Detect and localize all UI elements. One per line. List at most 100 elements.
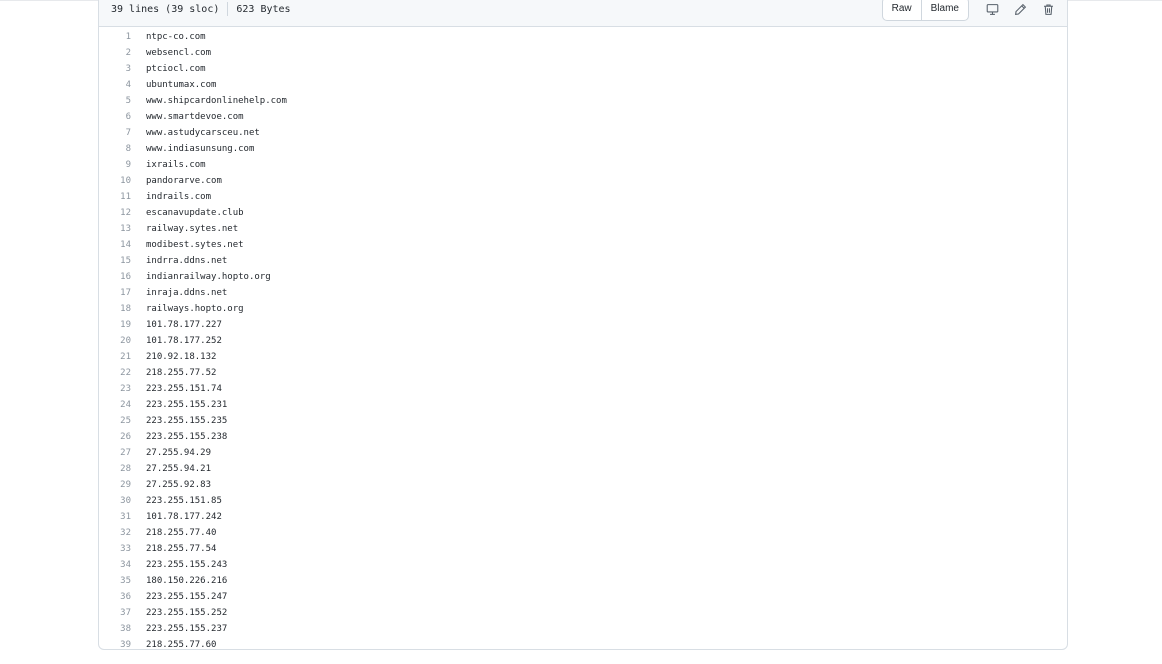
line-number[interactable]: 13 — [99, 224, 131, 234]
code-line: 1 ntpc-co.com — [99, 29, 1067, 45]
line-number[interactable]: 9 — [99, 160, 131, 170]
line-number[interactable]: 27 — [99, 448, 131, 458]
code-line: 10 pandorarve.com — [99, 173, 1067, 189]
line-content: escanavupdate.club — [146, 208, 244, 218]
line-content: railway.sytes.net — [146, 224, 239, 234]
code-line: 37 223.255.155.252 — [99, 605, 1067, 621]
line-content: 218.255.77.52 — [146, 368, 217, 378]
line-content: 218.255.77.54 — [146, 544, 217, 554]
line-number[interactable]: 30 — [99, 496, 131, 506]
code-line: 15 indrra.ddns.net — [99, 253, 1067, 269]
line-content: 101.78.177.242 — [146, 512, 222, 522]
line-number[interactable]: 26 — [99, 432, 131, 442]
line-number[interactable]: 34 — [99, 560, 131, 570]
line-content: ptciocl.com — [146, 64, 206, 74]
line-number[interactable]: 25 — [99, 416, 131, 426]
line-number[interactable]: 29 — [99, 480, 131, 490]
line-content: modibest.sytes.net — [146, 240, 244, 250]
file-header: 39 lines (39 sloc) 623 Bytes Raw Blame — [99, 0, 1067, 27]
code-line: 31 101.78.177.242 — [99, 509, 1067, 525]
info-divider — [227, 2, 229, 16]
line-number[interactable]: 5 — [99, 96, 131, 106]
line-number[interactable]: 20 — [99, 336, 131, 346]
line-number[interactable]: 19 — [99, 320, 131, 330]
line-number[interactable]: 32 — [99, 528, 131, 538]
line-number[interactable]: 35 — [99, 576, 131, 586]
code-line: 30 223.255.151.85 — [99, 493, 1067, 509]
code-line: 6 www.smartdevoe.com — [99, 109, 1067, 125]
code-line: 28 27.255.94.21 — [99, 461, 1067, 477]
line-content: 223.255.155.243 — [146, 560, 228, 570]
line-number[interactable]: 12 — [99, 208, 131, 218]
line-number[interactable]: 22 — [99, 368, 131, 378]
line-number[interactable]: 24 — [99, 400, 131, 410]
line-number[interactable]: 21 — [99, 352, 131, 362]
line-number[interactable]: 17 — [99, 288, 131, 298]
line-number[interactable]: 14 — [99, 240, 131, 250]
line-number[interactable]: 36 — [99, 592, 131, 602]
code-line: 19 101.78.177.227 — [99, 317, 1067, 333]
line-number[interactable]: 38 — [99, 624, 131, 634]
line-content: ntpc-co.com — [146, 32, 206, 42]
line-number[interactable]: 1 — [99, 32, 131, 42]
line-content: 218.255.77.60 — [146, 640, 217, 650]
line-content: pandorarve.com — [146, 176, 222, 186]
line-number[interactable]: 3 — [99, 64, 131, 74]
trash-icon[interactable] — [1037, 0, 1059, 20]
desktop-icon[interactable] — [981, 0, 1003, 20]
line-content: 223.255.155.231 — [146, 400, 228, 410]
line-content: 27.255.92.83 — [146, 480, 212, 490]
line-content: railways.hopto.org — [146, 304, 244, 314]
line-number[interactable]: 8 — [99, 144, 131, 154]
line-number[interactable]: 7 — [99, 128, 131, 138]
code-line: 8 www.indiasunsung.com — [99, 141, 1067, 157]
line-content: www.smartdevoe.com — [146, 112, 244, 122]
raw-button[interactable]: Raw — [883, 0, 921, 20]
line-number[interactable]: 10 — [99, 176, 131, 186]
line-content: ubuntumax.com — [146, 80, 217, 90]
line-number[interactable]: 18 — [99, 304, 131, 314]
code-line: 25 223.255.155.235 — [99, 413, 1067, 429]
line-content: 218.255.77.40 — [146, 528, 217, 538]
line-content: 223.255.151.74 — [146, 384, 222, 394]
code-line: 16 indianrailway.hopto.org — [99, 269, 1067, 285]
line-content: 223.255.151.85 — [146, 496, 222, 506]
line-content: 223.255.155.237 — [146, 624, 228, 634]
line-content: 101.78.177.227 — [146, 320, 222, 330]
line-number[interactable]: 2 — [99, 48, 131, 58]
line-number[interactable]: 39 — [99, 640, 131, 649]
code-line: 20 101.78.177.252 — [99, 333, 1067, 349]
line-number[interactable]: 28 — [99, 464, 131, 474]
line-number[interactable]: 15 — [99, 256, 131, 266]
code-line: 4 ubuntumax.com — [99, 77, 1067, 93]
line-number[interactable]: 6 — [99, 112, 131, 122]
line-content: 223.255.155.235 — [146, 416, 228, 426]
blame-button[interactable]: Blame — [920, 0, 968, 20]
line-number[interactable]: 31 — [99, 512, 131, 522]
code-line: 21 210.92.18.132 — [99, 349, 1067, 365]
file-info: 39 lines (39 sloc) 623 Bytes — [111, 1, 291, 17]
code-line: 5 www.shipcardonlinehelp.com — [99, 93, 1067, 109]
code-line: 34 223.255.155.243 — [99, 557, 1067, 573]
line-number[interactable]: 4 — [99, 80, 131, 90]
pencil-icon[interactable] — [1009, 0, 1031, 20]
code-line: 24 223.255.155.231 — [99, 397, 1067, 413]
line-content: inraja.ddns.net — [146, 288, 228, 298]
line-number[interactable]: 11 — [99, 192, 131, 202]
line-content: 27.255.94.21 — [146, 464, 212, 474]
code-line: 36 223.255.155.247 — [99, 589, 1067, 605]
code-line: 14 modibest.sytes.net — [99, 237, 1067, 253]
code-line: 12 escanavupdate.club — [99, 205, 1067, 221]
code-listing: 1 ntpc-co.com 2 websencl.com 3 ptciocl.com 4 ub… — [99, 27, 1067, 650]
line-number[interactable]: 23 — [99, 384, 131, 394]
line-number[interactable]: 37 — [99, 608, 131, 618]
line-content: 101.78.177.252 — [146, 336, 222, 346]
line-number[interactable]: 33 — [99, 544, 131, 554]
code-line: 22 218.255.77.52 — [99, 365, 1067, 381]
code-line: 11 indrails.com — [99, 189, 1067, 205]
code-line: 23 223.255.151.74 — [99, 381, 1067, 397]
code-line: 38 223.255.155.237 — [99, 621, 1067, 637]
line-number[interactable]: 16 — [99, 272, 131, 282]
code-line: 3 ptciocl.com — [99, 61, 1067, 77]
code-line: 9 ixrails.com — [99, 157, 1067, 173]
